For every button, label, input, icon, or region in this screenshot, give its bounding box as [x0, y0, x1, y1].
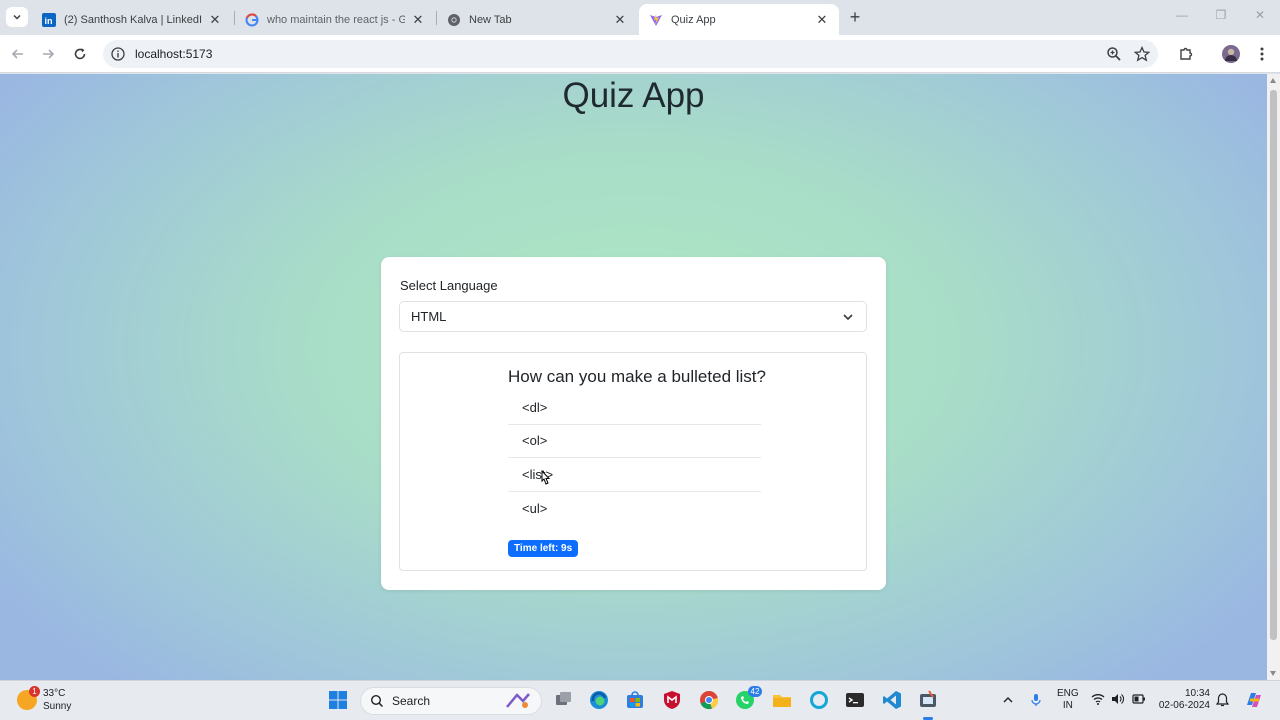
clock-time: 10:34 [1184, 688, 1210, 699]
new-tab-button[interactable]: + [845, 8, 865, 28]
close-tab-icon[interactable]: ✕ [208, 12, 222, 27]
reload-button[interactable] [70, 44, 90, 64]
menu-button[interactable] [1253, 45, 1271, 63]
profile-button[interactable] [1222, 45, 1240, 63]
cortana-icon[interactable] [808, 689, 830, 711]
arrow-left-icon [11, 49, 23, 59]
task-view-icon[interactable] [552, 689, 574, 711]
avatar [1222, 45, 1240, 63]
mouse-cursor-icon [541, 470, 551, 485]
bookmark-star-icon[interactable] [1134, 46, 1150, 62]
windows-start-icon[interactable] [327, 689, 349, 711]
timer-badge: Time left: 9s [508, 540, 579, 557]
system-clock[interactable]: 10:34 02-06-2024 [1158, 688, 1210, 712]
more-vertical-icon [1260, 47, 1264, 61]
question-text: How can you make a bulleted list? [508, 367, 766, 386]
vscode-icon[interactable] [881, 689, 903, 711]
answer-option[interactable]: <dl> [508, 391, 761, 425]
terminal-icon[interactable] [844, 689, 866, 711]
battery-icon[interactable] [1132, 693, 1146, 705]
vite-icon [650, 13, 662, 26]
input-language-indicator[interactable]: ENG IN [1057, 688, 1079, 712]
chrome-icon [448, 13, 460, 26]
tab-search-button[interactable] [6, 7, 28, 27]
chevron-down-icon [843, 314, 853, 321]
site-info-icon[interactable] [111, 47, 125, 61]
chevron-down-icon [13, 14, 21, 20]
page-title: Quiz App [562, 76, 705, 115]
tab-google-search[interactable]: who maintain the react js - Goo ✕ [235, 4, 435, 35]
snipping-tool-icon[interactable] [917, 689, 939, 711]
scroll-up-icon[interactable] [1270, 78, 1276, 83]
chrome-taskbar-icon[interactable] [698, 689, 720, 711]
close-tab-icon[interactable]: ✕ [411, 12, 425, 27]
close-window-icon[interactable]: ✕ [1248, 8, 1272, 26]
question-panel: How can you make a bulleted list? <dl> <… [399, 352, 867, 571]
language-label: Select Language [400, 278, 498, 293]
file-explorer-icon[interactable] [771, 689, 793, 711]
taskbar: 1 33°C Sunny Search 42 ENG IN 10:34 02-0… [0, 680, 1280, 720]
whatsapp-notification-badge: 42 [748, 686, 762, 697]
linkedin-icon: in [42, 12, 56, 27]
mcafee-icon[interactable] [661, 689, 683, 711]
weather-badge: 1 [29, 686, 40, 697]
google-icon [245, 12, 259, 26]
language-code: ENG [1057, 688, 1079, 699]
browser-tab-bar: in (2) Santhosh Kalva | LinkedIn ✕ who m… [0, 0, 1280, 35]
scrollbar-thumb[interactable] [1270, 90, 1277, 640]
zoom-icon[interactable] [1106, 46, 1122, 62]
edge-browser-icon[interactable] [588, 689, 610, 711]
language-select[interactable]: HTML [399, 301, 867, 332]
address-bar[interactable]: localhost:5173 [103, 40, 1158, 68]
tab-new-tab[interactable]: New Tab ✕ [437, 4, 637, 35]
microsoft-store-icon[interactable] [624, 689, 646, 711]
tab-title: Quiz App [671, 13, 716, 26]
search-highlight-icon [506, 693, 530, 708]
search-icon [370, 694, 384, 708]
puzzle-icon [1180, 47, 1193, 60]
forward-button[interactable] [38, 44, 58, 64]
restore-icon[interactable]: ❐ [1209, 8, 1233, 26]
notification-bell-icon[interactable] [1216, 693, 1229, 707]
url-text: localhost:5173 [135, 47, 213, 61]
extensions-button[interactable] [1177, 45, 1195, 63]
page-viewport: Quiz App Select Language HTML How can yo… [0, 74, 1267, 680]
answer-option[interactable]: <ul> [508, 492, 761, 526]
volume-icon[interactable] [1111, 693, 1124, 705]
arrow-right-icon [43, 49, 55, 59]
tab-title: (2) Santhosh Kalva | LinkedIn [64, 13, 202, 26]
answer-options-list: <dl> <ol> <list> <ul> [508, 391, 761, 525]
close-tab-icon[interactable]: ✕ [815, 12, 829, 27]
scroll-down-icon[interactable] [1270, 671, 1276, 676]
clock-date: 02-06-2024 [1158, 700, 1210, 711]
answer-option[interactable]: <ol> [508, 425, 761, 458]
search-label: Search [392, 694, 431, 708]
browser-toolbar: localhost:5173 [0, 35, 1280, 73]
region-code: IN [1062, 700, 1073, 711]
close-tab-icon[interactable]: ✕ [613, 12, 627, 27]
weather-description[interactable]: Sunny [43, 701, 71, 712]
tab-title: who maintain the react js - Goo [267, 13, 405, 26]
wifi-icon[interactable] [1091, 693, 1105, 705]
copilot-icon[interactable] [1243, 689, 1265, 711]
taskbar-search[interactable]: Search [360, 687, 542, 715]
quiz-card: Select Language HTML How can you make a … [381, 257, 886, 590]
microphone-icon[interactable] [1030, 693, 1042, 707]
minimize-icon[interactable]: — [1170, 8, 1194, 26]
tab-title: New Tab [469, 13, 512, 26]
tab-quiz-app[interactable]: Quiz App ✕ [639, 4, 839, 35]
language-selected-value: HTML [411, 309, 447, 324]
back-button[interactable] [8, 44, 28, 64]
svg-text:in: in [45, 16, 53, 26]
page-scrollbar[interactable] [1267, 74, 1280, 680]
weather-temperature[interactable]: 33°C [43, 688, 65, 699]
tab-linkedin[interactable]: in (2) Santhosh Kalva | LinkedIn ✕ [32, 4, 232, 35]
chevron-up-icon[interactable] [1002, 694, 1014, 706]
reload-icon [74, 48, 86, 60]
